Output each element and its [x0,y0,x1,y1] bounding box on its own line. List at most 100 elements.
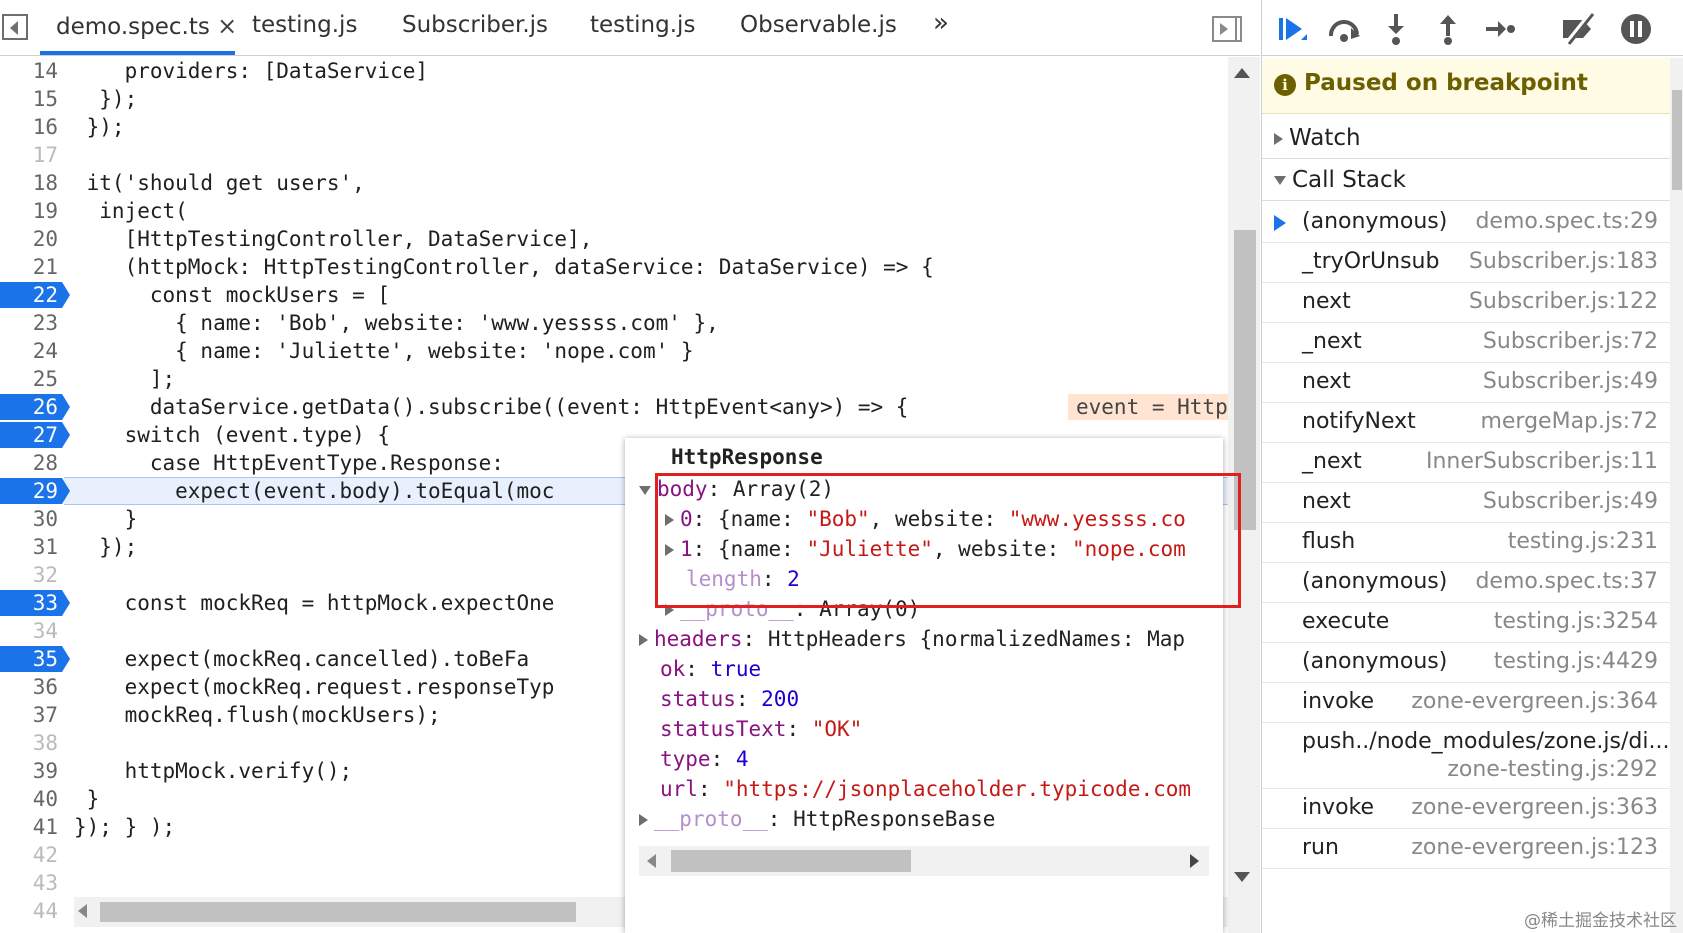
line-number[interactable]: 21 [0,253,62,281]
scroll-left-icon[interactable] [78,904,87,918]
line-number[interactable]: 31 [0,533,62,561]
collapsed-triangle-icon[interactable] [639,634,648,646]
frame-location[interactable]: InnerSubscriber.js:11 [1426,449,1658,474]
callstack-frame[interactable]: run zone-evergreen.js:123 [1262,829,1678,869]
frame-location[interactable]: Subscriber.js:122 [1469,289,1658,314]
line-number[interactable]: 42 [0,841,62,869]
frame-location[interactable]: Subscriber.js:49 [1483,489,1658,514]
line-number[interactable]: 44 [0,897,62,925]
active-tab-indicator [40,51,235,55]
callstack-frame[interactable]: next Subscriber.js:49 [1262,363,1678,403]
tab-subscriber[interactable]: Subscriber.js [402,12,548,38]
toggle-navigator-icon[interactable] [2,14,28,40]
watch-section-header[interactable]: Watch [1262,117,1678,159]
line-number[interactable]: 16 [0,113,62,141]
callstack-frame[interactable]: _tryOrUnsub Subscriber.js:183 [1262,243,1678,283]
scroll-right-icon[interactable] [1190,854,1199,868]
close-icon[interactable]: × [217,12,237,40]
callstack-frame[interactable]: (anonymous) demo.spec.ts:29 [1262,203,1678,243]
line-number[interactable]: 34 [0,617,62,645]
tab-testing[interactable]: testing.js [252,12,357,38]
expanded-triangle-icon[interactable] [1274,176,1286,185]
popover-proto-row[interactable]: __proto__: HttpResponseBase [639,804,995,834]
line-number[interactable]: 20 [0,225,62,253]
callstack-frame[interactable]: (anonymous) demo.spec.ts:37 [1262,563,1678,603]
popover-headers-row[interactable]: headers: HttpHeaders {normalizedNames: M… [639,624,1185,654]
frame-location[interactable]: demo.spec.ts:29 [1475,209,1658,234]
popover-scroll-thumb[interactable] [671,850,911,872]
callstack-frame[interactable]: next Subscriber.js:122 [1262,283,1678,323]
toggle-debugger-icon[interactable] [1212,16,1242,42]
line-number[interactable]: 17 [0,141,62,169]
frame-location[interactable]: testing.js:3254 [1494,609,1658,634]
line-number[interactable]: 27 [0,421,62,449]
frame-location[interactable]: testing.js:231 [1508,529,1658,554]
callstack-frame[interactable]: (anonymous) testing.js:4429 [1262,643,1678,683]
callstack-frame[interactable]: invoke zone-evergreen.js:363 [1262,789,1678,829]
line-number[interactable]: 28 [0,449,62,477]
line-number[interactable]: 39 [0,757,62,785]
line-number[interactable]: 14 [0,57,62,85]
line-number[interactable]: 37 [0,701,62,729]
line-number[interactable]: 23 [0,309,62,337]
callstack-frame[interactable]: flush testing.js:231 [1262,523,1678,563]
scroll-left-icon[interactable] [647,854,656,868]
collapsed-triangle-icon[interactable] [1274,132,1283,145]
step-icon[interactable] [1483,12,1517,46]
callstack-frame[interactable]: next Subscriber.js:49 [1262,483,1678,523]
step-into-icon[interactable] [1379,12,1413,46]
scroll-down-icon[interactable] [1234,872,1250,882]
line-number[interactable]: 40 [0,785,62,813]
line-number[interactable]: 26 [0,393,62,421]
line-number[interactable]: 36 [0,673,62,701]
callstack-frame[interactable]: push../node_modules/zone.js/di... zone-te… [1262,723,1678,789]
step-out-icon[interactable] [1431,12,1465,46]
callstack-frame[interactable]: notifyNext mergeMap.js:72 [1262,403,1678,443]
line-number[interactable]: 15 [0,85,62,113]
frame-location[interactable]: zone-evergreen.js:364 [1411,689,1658,714]
callstack-section-header[interactable]: Call Stack [1262,159,1678,201]
line-number[interactable]: 33 [0,589,62,617]
line-number[interactable]: 43 [0,869,62,897]
deactivate-breakpoints-icon[interactable] [1559,12,1595,46]
line-number[interactable]: 22 [0,281,62,309]
frame-function: _tryOrUnsub [1302,249,1440,274]
line-number[interactable]: 30 [0,505,62,533]
callstack-frame[interactable]: _next Subscriber.js:72 [1262,323,1678,363]
frame-location[interactable]: Subscriber.js:72 [1483,329,1658,354]
frame-location[interactable]: demo.spec.ts:37 [1475,569,1658,594]
line-number[interactable]: 19 [0,197,62,225]
line-number[interactable]: 41 [0,813,62,841]
more-tabs-icon[interactable]: » [933,8,949,38]
frame-location[interactable]: zone-testing.js:292 [1447,757,1658,782]
expanded-triangle-icon[interactable] [639,485,651,495]
line-number[interactable]: 38 [0,729,62,757]
line-number[interactable]: 29 [0,477,62,505]
resume-icon[interactable] [1275,12,1309,46]
frame-location[interactable]: Subscriber.js:49 [1483,369,1658,394]
tab-demo-spec[interactable]: demo.spec.ts × [56,12,237,40]
frame-location[interactable]: zone-evergreen.js:363 [1411,795,1658,820]
frame-location[interactable]: Subscriber.js:183 [1469,249,1658,274]
line-number[interactable]: 25 [0,365,62,393]
popover-horizontal-scrollbar[interactable] [639,846,1209,876]
callstack-frame[interactable]: invoke zone-evergreen.js:364 [1262,683,1678,723]
editor-horizontal-scroll-thumb[interactable] [100,902,576,922]
line-number[interactable]: 24 [0,337,62,365]
line-number[interactable]: 35 [0,645,62,673]
collapsed-triangle-icon[interactable] [639,814,648,826]
frame-location[interactable]: zone-evergreen.js:123 [1411,835,1658,860]
tab-observable[interactable]: Observable.js [740,12,897,38]
line-number[interactable]: 32 [0,561,62,589]
step-over-icon[interactable] [1327,12,1361,46]
current-frame-arrow-icon [1274,215,1286,231]
line-number[interactable]: 18 [0,169,62,197]
frame-location[interactable]: mergeMap.js:72 [1480,409,1658,434]
tab-testing-2[interactable]: testing.js [590,12,695,38]
callstack-frame[interactable]: _next InnerSubscriber.js:11 [1262,443,1678,483]
callstack-frame[interactable]: execute testing.js:3254 [1262,603,1678,643]
scroll-up-icon[interactable] [1234,68,1250,78]
frame-location[interactable]: testing.js:4429 [1494,649,1658,674]
sidebar-scroll-thumb[interactable] [1672,90,1682,190]
pause-on-exceptions-icon[interactable] [1619,12,1653,46]
